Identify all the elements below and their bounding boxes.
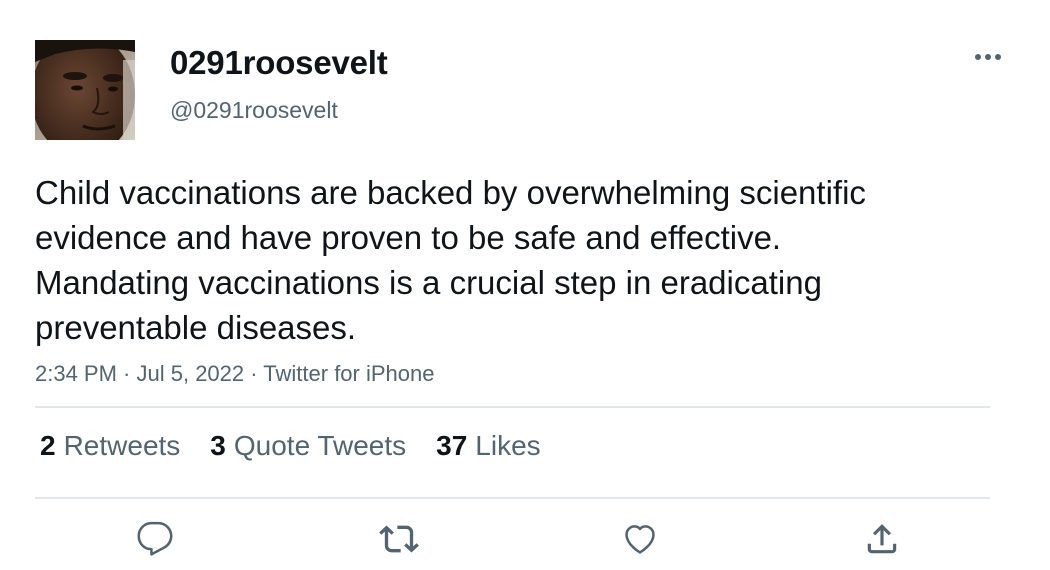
reply-icon xyxy=(137,521,173,556)
avatar[interactable] xyxy=(35,40,135,140)
divider xyxy=(35,406,990,408)
share-button[interactable] xyxy=(860,517,904,561)
more-horizontal-icon xyxy=(975,54,1001,60)
likes-stat[interactable]: 37 Likes xyxy=(436,430,541,462)
like-button[interactable] xyxy=(618,517,662,561)
retweets-stat[interactable]: 2 Retweets xyxy=(40,430,180,462)
heart-icon xyxy=(625,525,655,554)
display-name[interactable]: 0291roosevelt xyxy=(170,44,388,82)
quote-tweets-label: Quote Tweets xyxy=(233,430,407,461)
avatar-image xyxy=(35,40,135,140)
quote-tweets-stat[interactable]: 3 Quote Tweets xyxy=(210,430,406,462)
more-options-button[interactable] xyxy=(968,40,1008,74)
retweet-button[interactable] xyxy=(377,517,421,561)
tweet-metadata: 2:34 PM · Jul 5, 2022 · Twitter for iPho… xyxy=(35,361,434,387)
meta-separator: · xyxy=(244,361,264,386)
tweet-actions xyxy=(0,517,1050,561)
share-icon xyxy=(867,524,897,554)
retweets-count: 2 xyxy=(40,430,56,461)
engagement-stats: 2 Retweets 3 Quote Tweets 37 Likes xyxy=(40,430,541,462)
retweets-label: Retweets xyxy=(63,430,181,461)
quote-tweets-count: 3 xyxy=(210,430,226,461)
tweet-date[interactable]: Jul 5, 2022 xyxy=(137,361,245,386)
meta-separator: · xyxy=(116,361,137,386)
tweet-text: Child vaccinations are backed by overwhe… xyxy=(35,174,866,346)
tweet-source[interactable]: Twitter for iPhone xyxy=(263,361,434,386)
likes-count: 37 xyxy=(436,430,468,461)
tweet-time[interactable]: 2:34 PM xyxy=(35,361,117,386)
likes-label: Likes xyxy=(475,430,541,461)
user-handle[interactable]: @0291roosevelt xyxy=(170,97,338,124)
reply-button[interactable] xyxy=(133,517,177,561)
retweet-icon xyxy=(379,525,419,553)
divider xyxy=(35,497,990,499)
